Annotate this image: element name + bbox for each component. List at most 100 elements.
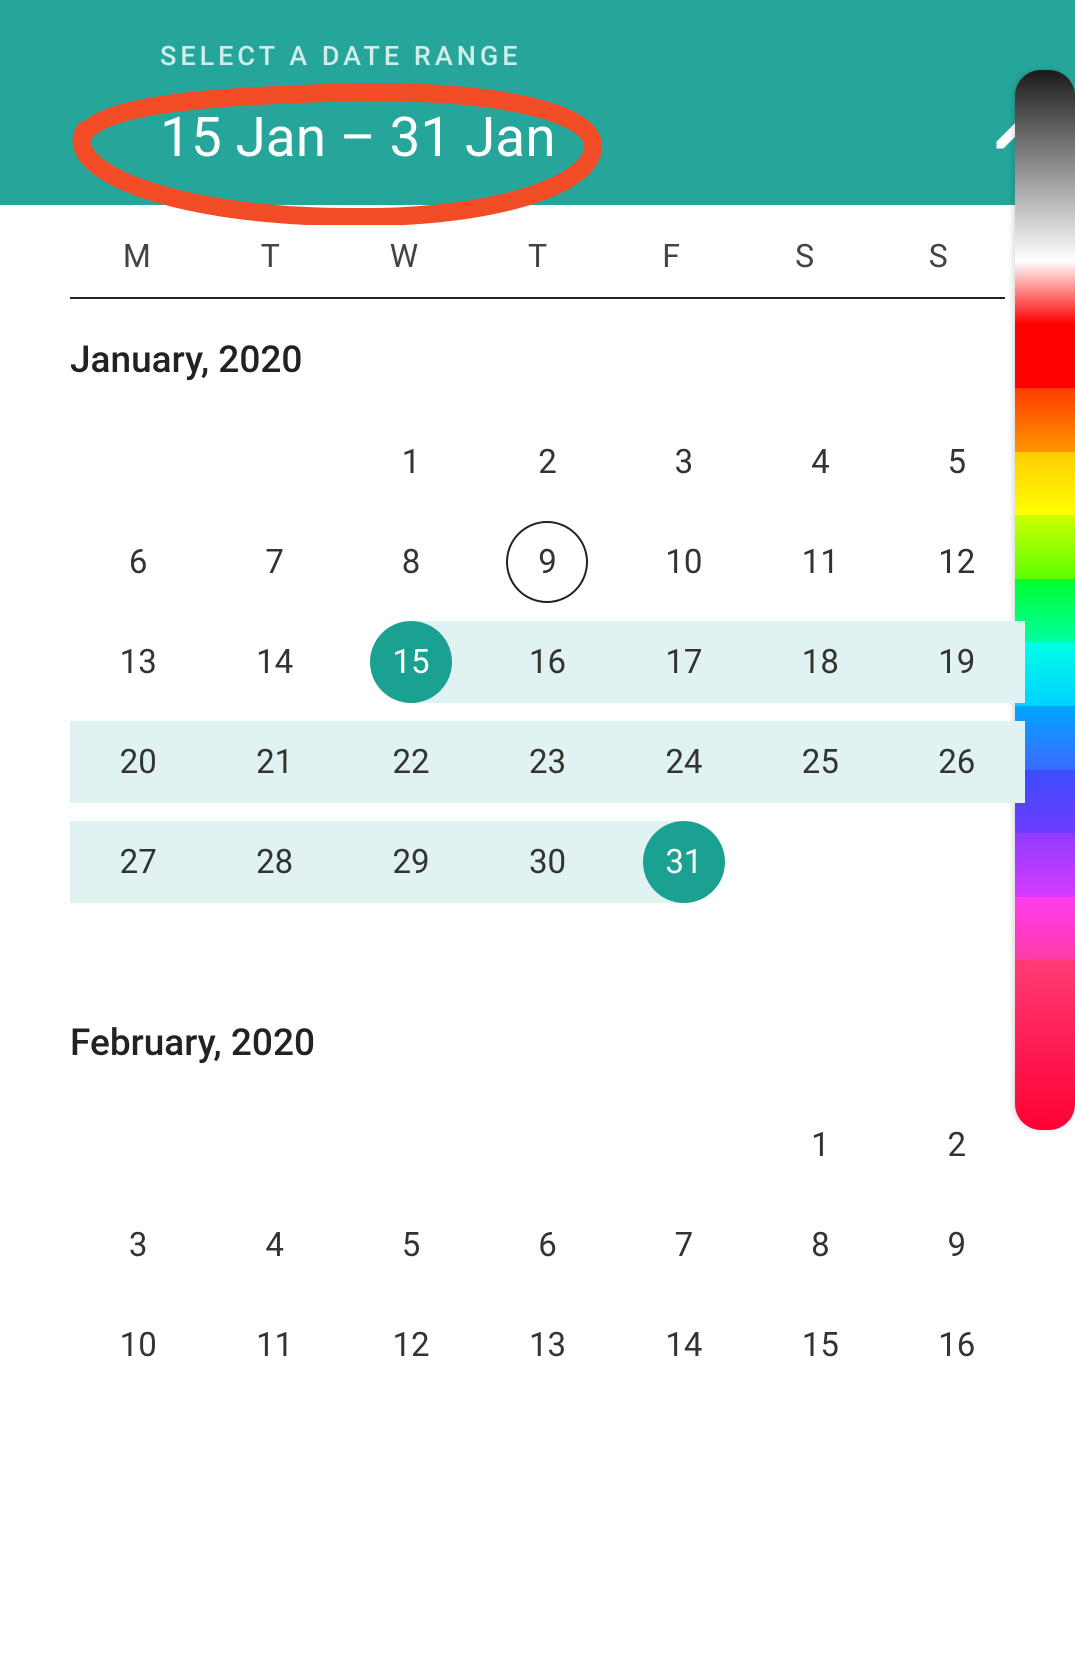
calendar-day[interactable]: 11: [752, 512, 888, 612]
calendar-day-number: 9: [916, 1204, 998, 1286]
calendar-day[interactable]: 11: [206, 1295, 342, 1395]
calendar-day-number: 8: [370, 521, 452, 603]
calendar-day-number: 11: [779, 521, 861, 603]
calendar-day-number: 24: [643, 721, 725, 803]
calendar-day[interactable]: 1: [752, 1095, 888, 1195]
color-swatch[interactable]: [1015, 960, 1075, 1130]
calendar-day-number: 27: [97, 821, 179, 903]
weekday-label: S: [738, 237, 872, 275]
calendar-day-number: 5: [916, 421, 998, 503]
calendar-day-number: 10: [97, 1304, 179, 1386]
color-swatch[interactable]: [1015, 324, 1075, 388]
calendar-day[interactable]: 18: [752, 612, 888, 712]
calendar-day[interactable]: 1: [343, 412, 479, 512]
calendar-day[interactable]: 23: [479, 712, 615, 812]
calendar-day-number: 23: [506, 721, 588, 803]
calendar-day-number: 26: [916, 721, 998, 803]
calendar-day-number: 13: [97, 621, 179, 703]
calendar-day[interactable]: 3: [70, 1195, 206, 1295]
calendar-day[interactable]: 4: [752, 412, 888, 512]
calendar-day[interactable]: 31: [616, 812, 752, 912]
color-swatch[interactable]: [1015, 515, 1075, 579]
weekday-label: W: [337, 237, 471, 275]
calendar-day[interactable]: 14: [206, 612, 342, 712]
weekday-label: S: [871, 237, 1005, 275]
color-swatch[interactable]: [1015, 897, 1075, 961]
calendar-day[interactable]: 27: [70, 812, 206, 912]
color-picker-strip[interactable]: [1015, 70, 1075, 1130]
calendar-day[interactable]: 17: [616, 612, 752, 712]
calendar-day-number: 4: [779, 421, 861, 503]
calendar-day-number: 6: [506, 1204, 588, 1286]
calendar-day-empty: [70, 412, 206, 512]
calendar-day-number: 10: [643, 521, 725, 603]
calendar-body: M T W T F S S January, 20201234567891011…: [0, 205, 1075, 1395]
color-swatch[interactable]: [1015, 388, 1075, 452]
calendar-day[interactable]: 10: [70, 1295, 206, 1395]
calendar-day[interactable]: 2: [889, 1095, 1025, 1195]
color-swatch[interactable]: [1015, 833, 1075, 897]
calendar-day[interactable]: 2: [479, 412, 615, 512]
calendar-day[interactable]: 12: [343, 1295, 479, 1395]
month-label: January, 2020: [70, 339, 1045, 382]
calendar-day-number: 21: [234, 721, 316, 803]
calendar-day-number: 9: [506, 521, 588, 603]
calendar-day-number: 30: [506, 821, 588, 903]
calendar-day[interactable]: 7: [616, 1195, 752, 1295]
calendar-day[interactable]: 26: [889, 712, 1025, 812]
calendar-day[interactable]: 6: [479, 1195, 615, 1295]
calendar-day-empty: [70, 1095, 206, 1195]
weekday-label: M: [70, 237, 204, 275]
calendar-day[interactable]: 8: [343, 512, 479, 612]
calendar-day-number: 19: [916, 621, 998, 703]
calendar-day[interactable]: 29: [343, 812, 479, 912]
calendar-day[interactable]: 9: [479, 512, 615, 612]
calendar-day[interactable]: 7: [206, 512, 342, 612]
color-swatch[interactable]: [1015, 261, 1075, 325]
color-swatch[interactable]: [1015, 452, 1075, 516]
calendar-day-number: 14: [643, 1304, 725, 1386]
calendar-day[interactable]: 16: [889, 1295, 1025, 1395]
calendar-day-number: 16: [916, 1304, 998, 1386]
month-label: February, 2020: [70, 1022, 1045, 1065]
calendar-day[interactable]: 19: [889, 612, 1025, 712]
calendar-day-number: 14: [234, 621, 316, 703]
calendar-day[interactable]: 15: [752, 1295, 888, 1395]
weekday-label: T: [204, 237, 338, 275]
date-picker-header: SELECT A DATE RANGE 15 Jan – 31 Jan: [0, 0, 1075, 205]
calendar-day[interactable]: 28: [206, 812, 342, 912]
calendar-day[interactable]: 5: [343, 1195, 479, 1295]
calendar-day[interactable]: 15: [343, 612, 479, 712]
weekday-label: F: [604, 237, 738, 275]
calendar-day[interactable]: 30: [479, 812, 615, 912]
calendar-day[interactable]: 25: [752, 712, 888, 812]
calendar-day[interactable]: 16: [479, 612, 615, 712]
calendar-day-empty: [206, 1095, 342, 1195]
calendar-day[interactable]: 20: [70, 712, 206, 812]
calendar-day-number: 6: [97, 521, 179, 603]
calendar-day[interactable]: 12: [889, 512, 1025, 612]
calendar-day[interactable]: 5: [889, 412, 1025, 512]
calendar-day[interactable]: 13: [479, 1295, 615, 1395]
calendar-day-empty: [343, 1095, 479, 1195]
calendar-day-number: 5: [370, 1204, 452, 1286]
selected-range-text: 15 Jan – 31 Jan: [160, 106, 1075, 170]
calendar-day[interactable]: 10: [616, 512, 752, 612]
calendar-day-number: 2: [506, 421, 588, 503]
calendar-day-number: 3: [643, 421, 725, 503]
calendar-day-empty: [479, 1095, 615, 1195]
calendar-day[interactable]: 8: [752, 1195, 888, 1295]
calendar-day[interactable]: 9: [889, 1195, 1025, 1295]
calendar-day[interactable]: 13: [70, 612, 206, 712]
calendar-day-number: 1: [370, 421, 452, 503]
calendar-day[interactable]: 3: [616, 412, 752, 512]
calendar-day-number: 16: [506, 621, 588, 703]
color-swatch[interactable]: [1015, 70, 1075, 261]
calendar-day[interactable]: 22: [343, 712, 479, 812]
calendar-day[interactable]: 21: [206, 712, 342, 812]
calendar-day[interactable]: 4: [206, 1195, 342, 1295]
calendar-day-number: 12: [370, 1304, 452, 1386]
calendar-day[interactable]: 14: [616, 1295, 752, 1395]
calendar-day[interactable]: 24: [616, 712, 752, 812]
calendar-day[interactable]: 6: [70, 512, 206, 612]
